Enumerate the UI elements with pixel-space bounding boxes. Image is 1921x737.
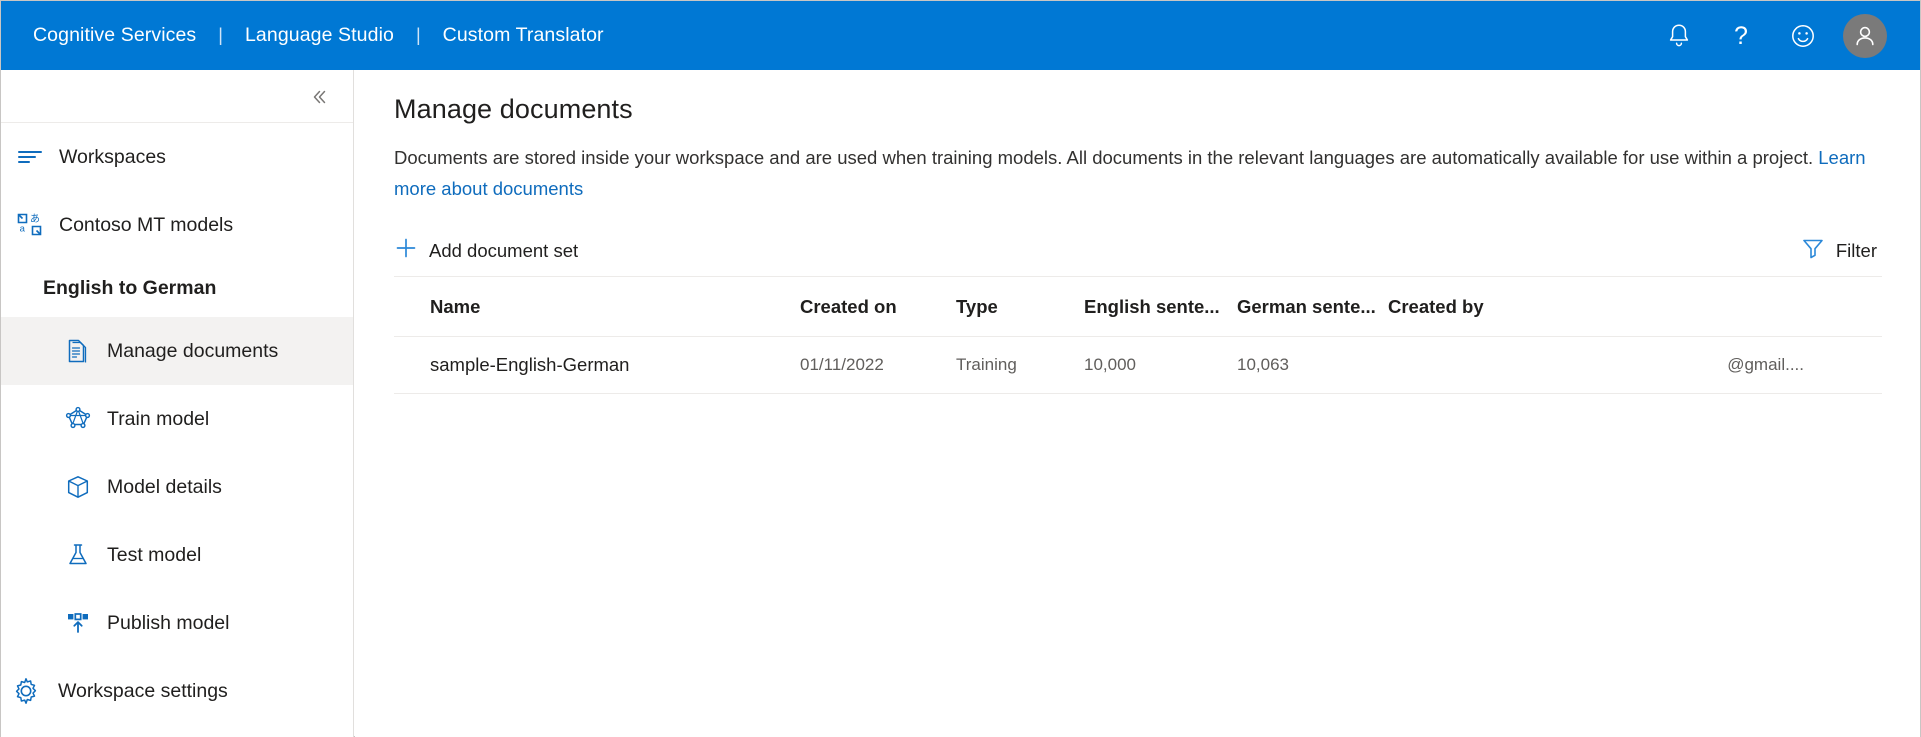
sidebar-collapse-row <box>1 70 353 123</box>
workspaces-list-icon <box>15 142 45 172</box>
page-description: Documents are stored inside your workspa… <box>394 142 1882 204</box>
sidebar-item-label: Publish model <box>107 611 230 634</box>
cell-type: Training <box>956 355 1017 374</box>
column-header-type[interactable]: Type <box>956 296 1084 318</box>
sidebar-item-label: Contoso MT models <box>59 213 234 236</box>
command-toolbar: Add document set Filter <box>394 225 1882 277</box>
document-icon <box>63 336 93 366</box>
feedback-smiley-icon[interactable] <box>1772 1 1834 70</box>
cell-name: sample-English-German <box>430 354 630 375</box>
table-row[interactable]: sample-English-German 01/11/2022 Trainin… <box>394 337 1882 394</box>
column-header-german-sentences[interactable]: German sente... <box>1237 296 1388 318</box>
page-title: Manage documents <box>394 94 633 124</box>
main-content: Manage documents Documents are stored in… <box>355 70 1920 737</box>
brand-link-cognitive-services[interactable]: Cognitive Services <box>33 24 196 47</box>
cell-created-on: 01/11/2022 <box>800 355 884 374</box>
gear-icon <box>11 676 41 706</box>
sidebar-item-label: Model details <box>107 475 222 498</box>
cell-created-by: @gmail.... <box>1727 355 1804 374</box>
sidebar-item-label: Test model <box>107 543 202 566</box>
sidebar-item-model-details[interactable]: Model details <box>1 453 353 521</box>
brand-link-custom-translator[interactable]: Custom Translator <box>443 24 604 47</box>
add-document-set-button[interactable]: Add document set <box>394 231 584 271</box>
brand-breadcrumb: Cognitive Services | Language Studio | C… <box>1 24 604 47</box>
column-header-created-on[interactable]: Created on <box>800 296 956 318</box>
sidebar-section-title-project: English to German <box>43 276 217 299</box>
translate-icon: a あ <box>15 210 45 240</box>
sidebar-item-publish-model[interactable]: Publish model <box>1 589 353 657</box>
sidebar-item-workspaces[interactable]: Workspaces <box>1 123 353 191</box>
sidebar-item-test-model[interactable]: Test model <box>1 521 353 589</box>
brand-separator: | <box>218 25 223 45</box>
sidebar-item-manage-documents[interactable]: Manage documents <box>1 317 353 385</box>
svg-text:?: ? <box>1734 22 1748 50</box>
app-window: Cognitive Services | Language Studio | C… <box>0 0 1921 737</box>
svg-text:あ: あ <box>30 213 40 225</box>
column-header-english-sentences[interactable]: English sente... <box>1084 296 1237 318</box>
publish-upload-icon <box>63 608 93 638</box>
notifications-bell-icon[interactable] <box>1648 1 1710 70</box>
top-bar-actions: ? <box>1648 1 1920 70</box>
flask-beaker-icon <box>63 540 93 570</box>
package-box-icon <box>63 472 93 502</box>
double-chevron-left-icon[interactable] <box>303 81 335 113</box>
neural-network-icon <box>63 404 93 434</box>
plus-icon <box>394 236 418 265</box>
sidebar-item-label: Workspace settings <box>58 679 228 702</box>
sidebar-item-label: Workspaces <box>59 145 166 168</box>
filter-button[interactable]: Filter <box>1801 231 1882 271</box>
sidebar-item-contoso-mt-models[interactable]: a あ Contoso MT models <box>1 191 353 259</box>
help-question-icon[interactable]: ? <box>1710 1 1772 70</box>
cell-english-sentences: 10,000 <box>1084 355 1136 374</box>
avatar <box>1843 13 1887 58</box>
page-description-text: Documents are stored inside your workspa… <box>394 147 1819 168</box>
cell-german-sentences: 10,063 <box>1237 355 1289 374</box>
sidebar-navigation: Workspaces a あ Contoso MT models English… <box>1 70 354 737</box>
sidebar-item-workspace-settings[interactable]: Workspace settings <box>1 657 353 725</box>
funnel-filter-icon <box>1801 236 1825 265</box>
sidebar-item-label: Train model <box>107 407 210 430</box>
table-header-row: Name Created on Type English sente... Ge… <box>394 277 1882 337</box>
documents-table: Name Created on Type English sente... Ge… <box>394 277 1882 394</box>
column-header-created-by[interactable]: Created by <box>1388 296 1882 318</box>
user-avatar[interactable] <box>1834 1 1896 70</box>
sidebar-item-train-model[interactable]: Train model <box>1 385 353 453</box>
filter-label: Filter <box>1835 239 1877 261</box>
top-navigation-bar: Cognitive Services | Language Studio | C… <box>1 1 1920 70</box>
svg-text:a: a <box>20 224 26 235</box>
add-document-set-label: Add document set <box>429 239 579 261</box>
column-header-name[interactable]: Name <box>394 296 800 318</box>
brand-separator: | <box>415 25 421 45</box>
sidebar-item-label: Manage documents <box>107 339 279 362</box>
brand-link-language-studio[interactable]: Language Studio <box>245 24 394 47</box>
